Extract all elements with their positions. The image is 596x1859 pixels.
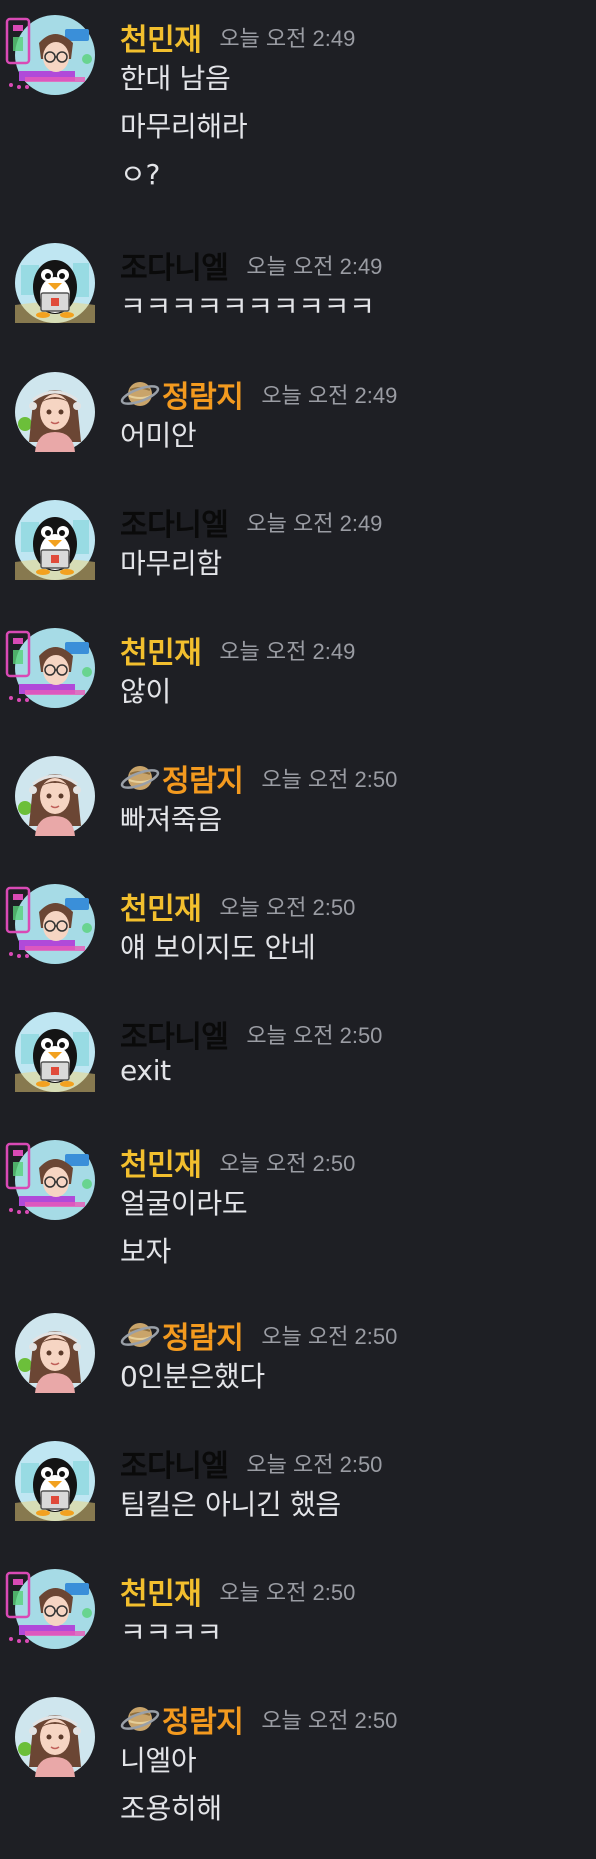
message-timestamp: 오늘 오전 2:50 bbox=[261, 767, 398, 792]
author-name[interactable]: 정람지 bbox=[162, 372, 244, 416]
message-header: 조다니엘 오늘 오전 2:49 bbox=[120, 500, 382, 544]
message-text: 조용히해 bbox=[120, 1792, 222, 1825]
message-header: 정람지 오늘 오전 2:50 bbox=[120, 756, 397, 800]
message-timestamp: 오늘 오전 2:50 bbox=[261, 1708, 398, 1733]
message-header: 조다니엘 오늘 오전 2:50 bbox=[120, 1441, 382, 1485]
anime-glasses-avatar[interactable] bbox=[5, 628, 95, 708]
message-text: 얼굴이라도 bbox=[120, 1187, 248, 1220]
message-text: 보자 bbox=[120, 1235, 171, 1268]
author-name[interactable]: 조다니엘 bbox=[120, 1441, 229, 1485]
saturn-planet-icon bbox=[120, 1699, 160, 1739]
anime-girl-avatar[interactable] bbox=[15, 1313, 95, 1393]
author-name[interactable]: 천민재 bbox=[120, 1140, 202, 1184]
anime-girl-avatar[interactable] bbox=[15, 372, 95, 452]
author-name[interactable]: 천민재 bbox=[120, 1569, 202, 1613]
message-header: 정람지 오늘 오전 2:49 bbox=[120, 372, 397, 416]
message-text: 팀킬은 아니긴 했음 bbox=[120, 1488, 341, 1521]
message-header: 조다니엘 오늘 오전 2:50 bbox=[120, 1012, 382, 1056]
author-name[interactable]: 정람지 bbox=[162, 1697, 244, 1741]
message-timestamp: 오늘 오전 2:50 bbox=[261, 1324, 398, 1349]
message-timestamp: 오늘 오전 2:49 bbox=[246, 511, 383, 536]
penguin-avatar[interactable] bbox=[15, 1441, 95, 1521]
author-name[interactable]: 정람지 bbox=[162, 1313, 244, 1357]
message-text: 빠져죽음 bbox=[120, 803, 222, 836]
message-header: 정람지 오늘 오전 2:50 bbox=[120, 1697, 397, 1741]
message-timestamp: 오늘 오전 2:50 bbox=[219, 1151, 356, 1176]
chat-message-list: 천민재 오늘 오전 2:49 한대 남음 마무리해라 ㅇ? 조다니엘 오늘 오전 2:49… bbox=[0, 0, 596, 1859]
message-header: 천민재 오늘 오전 2:49 bbox=[120, 628, 355, 672]
message-text: 마무리해라 bbox=[120, 110, 248, 143]
saturn-planet-icon bbox=[120, 1315, 160, 1355]
message-text: 않이 bbox=[120, 675, 171, 708]
message-text: 한대 남음 bbox=[120, 62, 231, 95]
penguin-avatar[interactable] bbox=[15, 243, 95, 323]
anime-girl-avatar[interactable] bbox=[15, 1697, 95, 1777]
message-text: 0인분은했다 bbox=[120, 1360, 265, 1393]
message-header: 조다니엘 오늘 오전 2:49 bbox=[120, 243, 382, 287]
message-text: 어미안 bbox=[120, 419, 197, 452]
author-name[interactable]: 정람지 bbox=[162, 756, 244, 800]
author-name[interactable]: 천민재 bbox=[120, 884, 202, 928]
message-timestamp: 오늘 오전 2:50 bbox=[219, 1580, 356, 1605]
message-timestamp: 오늘 오전 2:49 bbox=[261, 383, 398, 408]
message-timestamp: 오늘 오전 2:49 bbox=[246, 254, 383, 279]
author-name[interactable]: 조다니엘 bbox=[120, 500, 229, 544]
message-text: 얘 보이지도 안네 bbox=[120, 931, 316, 964]
message-timestamp: 오늘 오전 2:50 bbox=[246, 1452, 383, 1477]
message-text: ㅇ? bbox=[120, 158, 161, 191]
message-text: ㅋㅋㅋㅋ bbox=[120, 1616, 222, 1649]
message-text: 니엘아 bbox=[120, 1744, 197, 1777]
anime-glasses-avatar[interactable] bbox=[5, 884, 95, 964]
author-name[interactable]: 천민재 bbox=[120, 628, 202, 672]
message-header: 천민재 오늘 오전 2:50 bbox=[120, 1569, 355, 1613]
saturn-planet-icon bbox=[120, 374, 160, 414]
message-timestamp: 오늘 오전 2:50 bbox=[246, 1023, 383, 1048]
message-timestamp: 오늘 오전 2:50 bbox=[219, 895, 356, 920]
message-header: 천민재 오늘 오전 2:49 bbox=[120, 15, 355, 59]
penguin-avatar[interactable] bbox=[15, 500, 95, 580]
message-timestamp: 오늘 오전 2:49 bbox=[219, 26, 356, 51]
message-text: 마무리함 bbox=[120, 547, 222, 580]
message-header: 정람지 오늘 오전 2:50 bbox=[120, 1313, 397, 1357]
anime-glasses-avatar[interactable] bbox=[5, 15, 95, 95]
message-text: ㅋㅋㅋㅋㅋㅋㅋㅋㅋㅋ bbox=[120, 290, 375, 323]
author-name[interactable]: 조다니엘 bbox=[120, 243, 229, 287]
saturn-planet-icon bbox=[120, 758, 160, 798]
anime-glasses-avatar[interactable] bbox=[5, 1569, 95, 1649]
anime-glasses-avatar[interactable] bbox=[5, 1140, 95, 1220]
author-name[interactable]: 천민재 bbox=[120, 15, 202, 59]
message-header: 천민재 오늘 오전 2:50 bbox=[120, 884, 355, 928]
message-text: exit bbox=[120, 1054, 171, 1087]
anime-girl-avatar[interactable] bbox=[15, 756, 95, 836]
message-timestamp: 오늘 오전 2:49 bbox=[219, 639, 356, 664]
penguin-avatar[interactable] bbox=[15, 1012, 95, 1092]
message-header: 천민재 오늘 오전 2:50 bbox=[120, 1140, 355, 1184]
author-name[interactable]: 조다니엘 bbox=[120, 1012, 229, 1056]
